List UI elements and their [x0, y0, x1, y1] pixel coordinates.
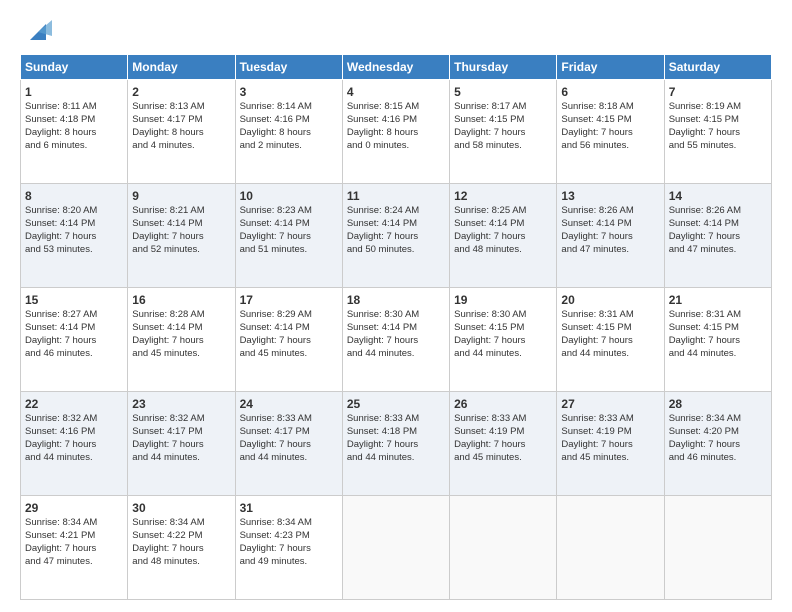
- calendar-cell: 3Sunrise: 8:14 AMSunset: 4:16 PMDaylight…: [235, 80, 342, 184]
- calendar-cell: 29Sunrise: 8:34 AMSunset: 4:21 PMDayligh…: [21, 496, 128, 600]
- calendar-cell: 12Sunrise: 8:25 AMSunset: 4:14 PMDayligh…: [450, 184, 557, 288]
- day-header-tuesday: Tuesday: [235, 55, 342, 80]
- day-number: 7: [669, 84, 767, 100]
- day-number: 30: [132, 500, 230, 516]
- day-number: 29: [25, 500, 123, 516]
- day-number: 13: [561, 188, 659, 204]
- day-number: 16: [132, 292, 230, 308]
- calendar-cell: 17Sunrise: 8:29 AMSunset: 4:14 PMDayligh…: [235, 288, 342, 392]
- day-number: 21: [669, 292, 767, 308]
- calendar-cell: 10Sunrise: 8:23 AMSunset: 4:14 PMDayligh…: [235, 184, 342, 288]
- logo-icon: [24, 16, 52, 44]
- page: SundayMondayTuesdayWednesdayThursdayFrid…: [0, 0, 792, 612]
- day-number: 2: [132, 84, 230, 100]
- day-number: 6: [561, 84, 659, 100]
- calendar-cell: 4Sunrise: 8:15 AMSunset: 4:16 PMDaylight…: [342, 80, 449, 184]
- day-number: 15: [25, 292, 123, 308]
- calendar-cell: 2Sunrise: 8:13 AMSunset: 4:17 PMDaylight…: [128, 80, 235, 184]
- calendar-cell: 5Sunrise: 8:17 AMSunset: 4:15 PMDaylight…: [450, 80, 557, 184]
- calendar-cell: 21Sunrise: 8:31 AMSunset: 4:15 PMDayligh…: [664, 288, 771, 392]
- day-number: 31: [240, 500, 338, 516]
- day-header-monday: Monday: [128, 55, 235, 80]
- calendar-cell: 31Sunrise: 8:34 AMSunset: 4:23 PMDayligh…: [235, 496, 342, 600]
- calendar-cell: 30Sunrise: 8:34 AMSunset: 4:22 PMDayligh…: [128, 496, 235, 600]
- calendar-cell: [557, 496, 664, 600]
- day-number: 11: [347, 188, 445, 204]
- calendar-cell: 26Sunrise: 8:33 AMSunset: 4:19 PMDayligh…: [450, 392, 557, 496]
- day-number: 12: [454, 188, 552, 204]
- calendar-cell: [664, 496, 771, 600]
- day-number: 5: [454, 84, 552, 100]
- calendar-cell: 16Sunrise: 8:28 AMSunset: 4:14 PMDayligh…: [128, 288, 235, 392]
- calendar-table: SundayMondayTuesdayWednesdayThursdayFrid…: [20, 54, 772, 600]
- day-number: 14: [669, 188, 767, 204]
- calendar-cell: 25Sunrise: 8:33 AMSunset: 4:18 PMDayligh…: [342, 392, 449, 496]
- calendar-cell: [342, 496, 449, 600]
- day-number: 26: [454, 396, 552, 412]
- day-number: 20: [561, 292, 659, 308]
- day-number: 25: [347, 396, 445, 412]
- calendar-cell: 23Sunrise: 8:32 AMSunset: 4:17 PMDayligh…: [128, 392, 235, 496]
- day-header-friday: Friday: [557, 55, 664, 80]
- day-number: 9: [132, 188, 230, 204]
- calendar-cell: 18Sunrise: 8:30 AMSunset: 4:14 PMDayligh…: [342, 288, 449, 392]
- day-number: 28: [669, 396, 767, 412]
- calendar-cell: 22Sunrise: 8:32 AMSunset: 4:16 PMDayligh…: [21, 392, 128, 496]
- day-number: 19: [454, 292, 552, 308]
- day-number: 18: [347, 292, 445, 308]
- calendar-cell: 28Sunrise: 8:34 AMSunset: 4:20 PMDayligh…: [664, 392, 771, 496]
- header: [20, 16, 772, 44]
- day-number: 27: [561, 396, 659, 412]
- calendar-cell: 27Sunrise: 8:33 AMSunset: 4:19 PMDayligh…: [557, 392, 664, 496]
- calendar-cell: 13Sunrise: 8:26 AMSunset: 4:14 PMDayligh…: [557, 184, 664, 288]
- logo: [20, 16, 52, 44]
- day-header-thursday: Thursday: [450, 55, 557, 80]
- day-number: 1: [25, 84, 123, 100]
- day-number: 23: [132, 396, 230, 412]
- calendar-cell: 11Sunrise: 8:24 AMSunset: 4:14 PMDayligh…: [342, 184, 449, 288]
- day-number: 24: [240, 396, 338, 412]
- calendar-cell: 8Sunrise: 8:20 AMSunset: 4:14 PMDaylight…: [21, 184, 128, 288]
- day-number: 10: [240, 188, 338, 204]
- day-number: 4: [347, 84, 445, 100]
- calendar-cell: 9Sunrise: 8:21 AMSunset: 4:14 PMDaylight…: [128, 184, 235, 288]
- calendar-cell: 1Sunrise: 8:11 AMSunset: 4:18 PMDaylight…: [21, 80, 128, 184]
- day-number: 3: [240, 84, 338, 100]
- calendar-cell: 20Sunrise: 8:31 AMSunset: 4:15 PMDayligh…: [557, 288, 664, 392]
- day-header-wednesday: Wednesday: [342, 55, 449, 80]
- calendar-cell: 6Sunrise: 8:18 AMSunset: 4:15 PMDaylight…: [557, 80, 664, 184]
- day-header-saturday: Saturday: [664, 55, 771, 80]
- day-number: 22: [25, 396, 123, 412]
- calendar-cell: 24Sunrise: 8:33 AMSunset: 4:17 PMDayligh…: [235, 392, 342, 496]
- day-number: 8: [25, 188, 123, 204]
- calendar-cell: 14Sunrise: 8:26 AMSunset: 4:14 PMDayligh…: [664, 184, 771, 288]
- calendar-cell: 19Sunrise: 8:30 AMSunset: 4:15 PMDayligh…: [450, 288, 557, 392]
- day-header-sunday: Sunday: [21, 55, 128, 80]
- day-number: 17: [240, 292, 338, 308]
- calendar-cell: 15Sunrise: 8:27 AMSunset: 4:14 PMDayligh…: [21, 288, 128, 392]
- calendar-cell: 7Sunrise: 8:19 AMSunset: 4:15 PMDaylight…: [664, 80, 771, 184]
- calendar-cell: [450, 496, 557, 600]
